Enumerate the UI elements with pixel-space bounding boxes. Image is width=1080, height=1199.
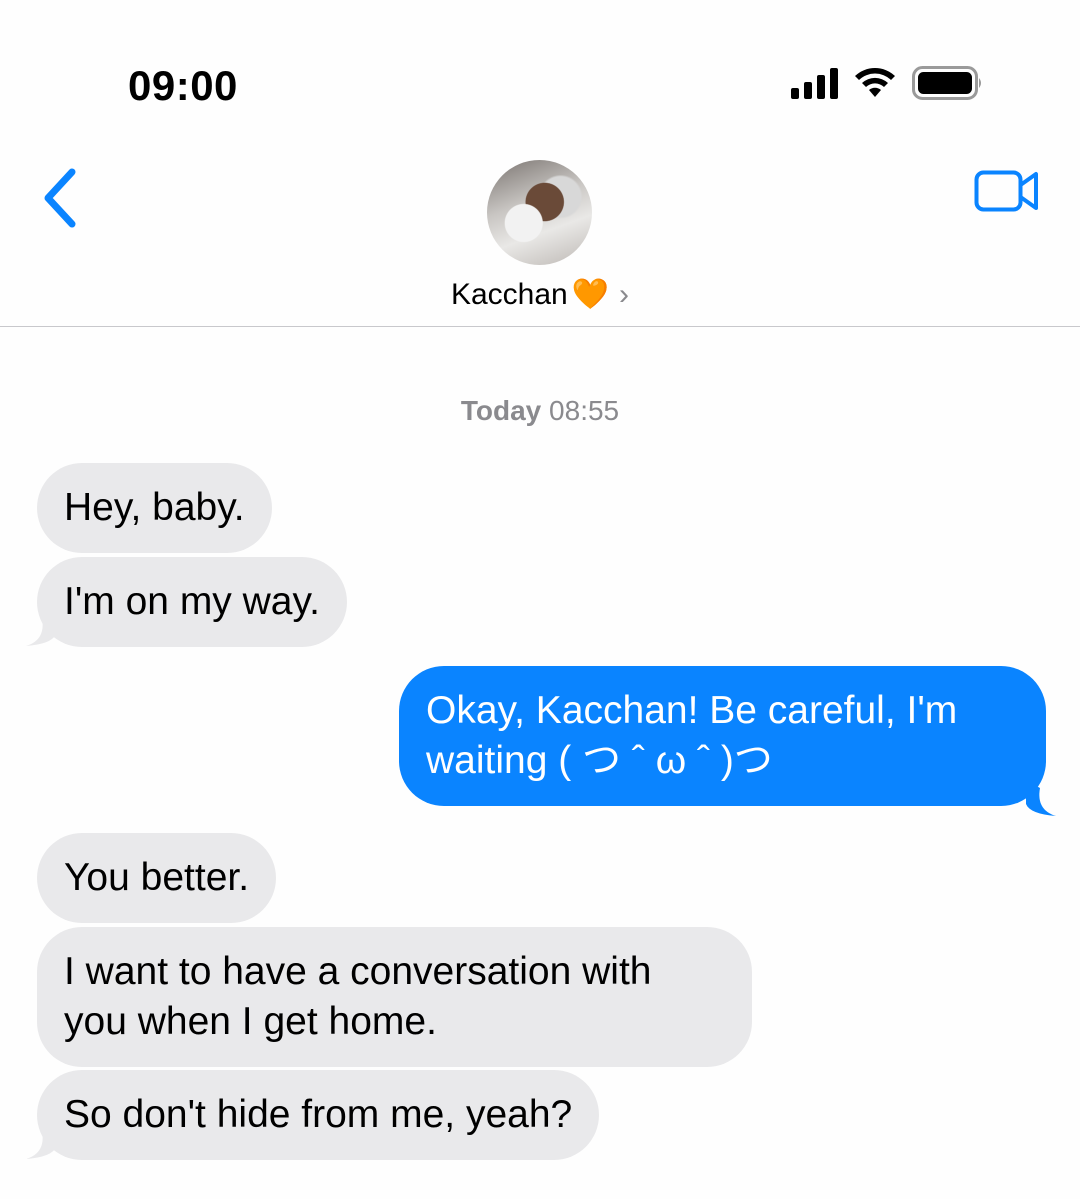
incoming-message[interactable]: Hey, baby. — [37, 463, 272, 553]
conversation-header: Kacchan 🧡 › — [0, 130, 1080, 327]
cellular-signal-icon — [791, 67, 838, 99]
incoming-message[interactable]: You better. — [37, 833, 277, 923]
back-button[interactable] — [38, 166, 82, 230]
status-icons — [791, 66, 984, 100]
message-timestamp: Today 08:55 — [0, 395, 1080, 427]
chevron-right-icon: › — [619, 278, 630, 311]
video-camera-icon — [974, 170, 1038, 212]
messages-screen: 09:00 Kacchan 🧡 › Today 08:55 Hey, baby.… — [0, 0, 1080, 1199]
contact-name: Kacchan — [450, 278, 568, 311]
orange-heart-emoji: 🧡 — [571, 278, 610, 311]
contact-name-button[interactable]: Kacchan 🧡 › — [0, 278, 1080, 312]
wifi-icon — [854, 67, 896, 99]
status-time: 09:00 — [128, 62, 238, 109]
battery-icon — [912, 66, 984, 100]
incoming-message[interactable]: So don't hide from me, yeah? — [37, 1070, 600, 1160]
contact-avatar[interactable] — [487, 160, 592, 265]
incoming-message[interactable]: I want to have a conversation with you w… — [37, 927, 752, 1067]
status-bar: 09:00 — [0, 0, 1080, 130]
incoming-message[interactable]: I'm on my way. — [37, 557, 347, 647]
chevron-left-icon — [44, 168, 76, 228]
timestamp-day: Today — [460, 395, 542, 426]
facetime-video-button[interactable] — [974, 168, 1040, 214]
header-divider — [0, 326, 1080, 327]
outgoing-message[interactable]: Okay, Kacchan! Be careful, I'm waiting (… — [399, 666, 1046, 806]
timestamp-time: 08:55 — [549, 395, 620, 426]
